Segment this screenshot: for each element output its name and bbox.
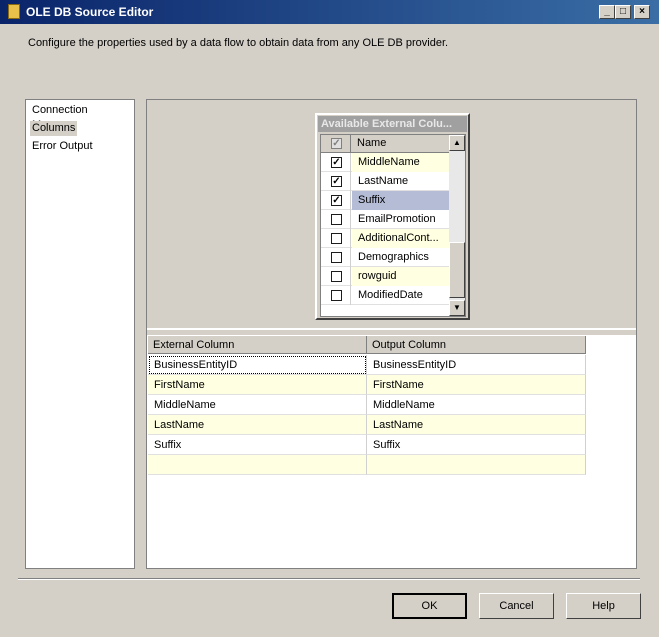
column-mapping-grid: External Column Output Column BusinessEn…: [147, 335, 636, 568]
column-checkbox[interactable]: ✓: [331, 195, 342, 206]
available-row[interactable]: ✓ LastName: [321, 172, 449, 191]
external-column-cell[interactable]: LastName: [148, 415, 367, 435]
available-row[interactable]: ModifiedDate: [321, 286, 449, 305]
close-button[interactable]: ×: [634, 5, 650, 19]
available-row[interactable]: ✓ MiddleName: [321, 153, 449, 172]
available-columns-header: ✓ Name: [321, 135, 449, 153]
nav-item-columns[interactable]: Columns: [30, 121, 78, 136]
column-name: ModifiedDate: [358, 289, 423, 301]
column-name: AdditionalCont...: [352, 229, 449, 248]
scroll-thumb[interactable]: [449, 242, 465, 298]
output-column-cell[interactable]: BusinessEntityID: [367, 355, 586, 375]
external-column-cell[interactable]: MiddleName: [148, 395, 367, 415]
available-columns-title[interactable]: Available External Colu...: [318, 116, 467, 132]
dialog-description: Configure the properties used by a data …: [28, 37, 449, 49]
ok-button[interactable]: OK: [392, 593, 467, 619]
output-column-cell[interactable]: LastName: [367, 415, 586, 435]
available-row[interactable]: Demographics: [321, 248, 449, 267]
ole-db-source-editor-window: OLE DB Source Editor _ □ × Configure the…: [0, 0, 659, 637]
nav-item-error-output[interactable]: Error Output: [30, 139, 95, 154]
column-name: rowguid: [352, 267, 449, 286]
available-columns-area: Available External Colu... ✓ Name ✓ Midd…: [147, 100, 636, 330]
columns-page: Available External Colu... ✓ Name ✓ Midd…: [146, 99, 637, 569]
nav-item-connection-manager[interactable]: Connection Manager: [30, 103, 134, 131]
page-navigation-list: Connection Manager Columns Error Output: [25, 99, 135, 569]
output-column-cell[interactable]: MiddleName: [367, 395, 586, 415]
available-external-columns-box: Available External Colu... ✓ Name ✓ Midd…: [315, 113, 470, 320]
available-row[interactable]: EmailPromotion: [321, 210, 449, 229]
column-checkbox[interactable]: ✓: [331, 176, 342, 187]
scroll-up-button[interactable]: ▲: [449, 135, 465, 151]
minimize-button[interactable]: _: [599, 5, 615, 19]
column-checkbox[interactable]: [331, 252, 342, 263]
cancel-button[interactable]: Cancel: [479, 593, 554, 619]
available-row[interactable]: AdditionalCont...: [321, 229, 449, 248]
external-column-header[interactable]: External Column: [148, 336, 367, 354]
scroll-down-button[interactable]: ▼: [449, 300, 465, 316]
column-checkbox[interactable]: [331, 271, 342, 282]
column-checkbox[interactable]: [331, 233, 342, 244]
output-column-cell[interactable]: [367, 455, 586, 475]
output-column-cell[interactable]: FirstName: [367, 375, 586, 395]
button-separator: [18, 578, 640, 580]
available-row[interactable]: rowguid: [321, 267, 449, 286]
available-columns-scrollbar[interactable]: ▲ ▼: [449, 135, 465, 316]
column-checkbox[interactable]: ✓: [331, 157, 342, 168]
column-checkbox[interactable]: [331, 214, 342, 225]
output-column-cell[interactable]: Suffix: [367, 435, 586, 455]
column-name: Demographics: [358, 251, 429, 263]
name-column-header[interactable]: Name: [357, 135, 386, 152]
external-column-cell[interactable]: Suffix: [148, 435, 367, 455]
external-column-cell[interactable]: FirstName: [148, 375, 367, 395]
external-column-cell[interactable]: BusinessEntityID: [148, 355, 367, 375]
column-checkbox[interactable]: [331, 290, 342, 301]
column-name: Suffix: [352, 191, 449, 210]
window-title: OLE DB Source Editor: [26, 5, 154, 19]
external-column-cell[interactable]: [148, 455, 367, 475]
available-columns-list: ✓ Name ✓ MiddleName ✓ LastName ✓ Suffix …: [320, 134, 466, 317]
select-all-checkbox[interactable]: ✓: [331, 138, 342, 149]
output-column-header[interactable]: Output Column: [367, 336, 586, 354]
column-name: MiddleName: [352, 153, 449, 172]
column-name: EmailPromotion: [358, 213, 436, 225]
column-name: LastName: [358, 175, 409, 187]
help-button[interactable]: Help: [566, 593, 641, 619]
maximize-button[interactable]: □: [615, 5, 631, 19]
available-row[interactable]: ✓ Suffix: [321, 191, 449, 210]
title-bar[interactable]: OLE DB Source Editor _ □ ×: [0, 0, 659, 24]
dialog-icon: [8, 4, 20, 19]
